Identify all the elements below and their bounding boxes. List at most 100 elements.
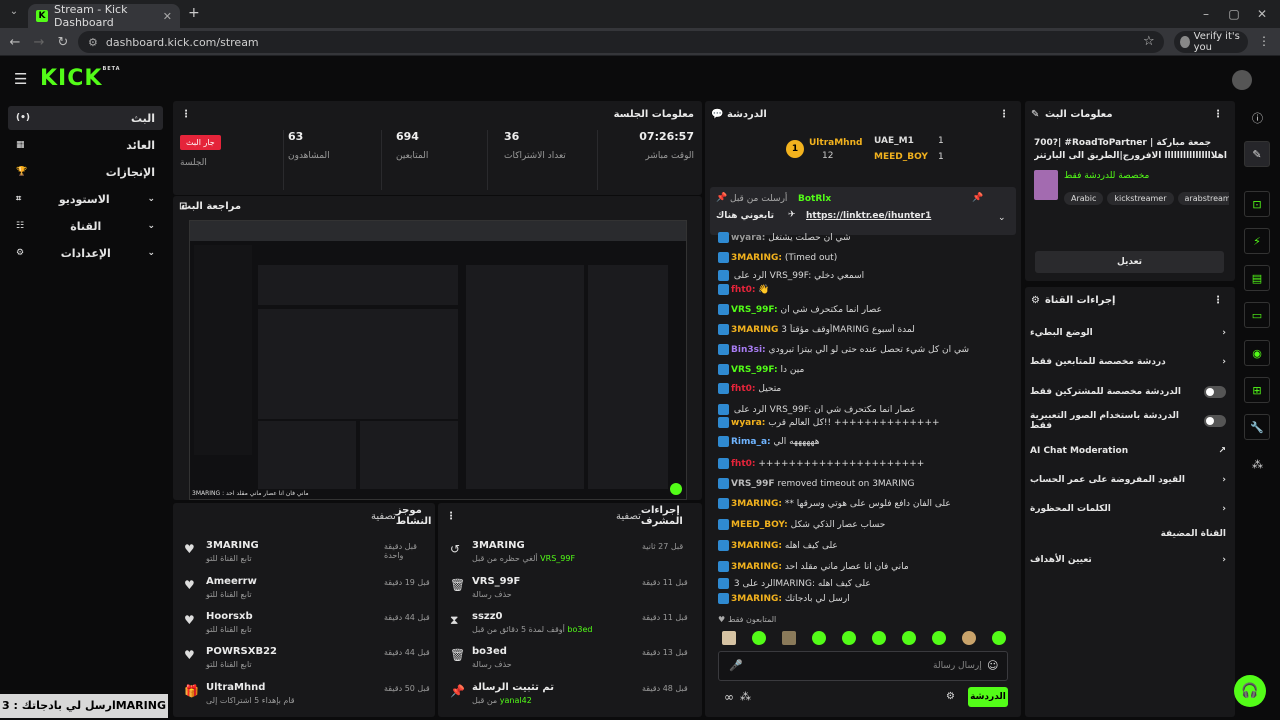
emote-icon[interactable] xyxy=(752,631,766,645)
stream-category[interactable]: مخصصة للدردشة فقط xyxy=(1064,171,1149,181)
panel-menu-icon[interactable]: ⋮ xyxy=(181,109,191,120)
emote-icon[interactable] xyxy=(782,631,796,645)
site-info-icon[interactable]: ⚙ xyxy=(88,36,98,49)
help-chat-button[interactable]: 🎧 xyxy=(1234,675,1266,707)
sidebar-item-stream[interactable]: (•) البث xyxy=(8,106,163,130)
chat-username[interactable]: fht0: xyxy=(731,285,756,295)
broadcast-icon[interactable]: ◉ xyxy=(1244,340,1270,366)
new-tab-icon[interactable]: + xyxy=(188,5,200,21)
emote-icon[interactable] xyxy=(722,631,736,645)
layout-icon[interactable]: ⊞ xyxy=(1244,377,1270,403)
sidebar-item-achievements[interactable]: 🏆 الإنجازات xyxy=(8,160,163,184)
back-icon[interactable]: ← xyxy=(6,33,24,51)
share-icon[interactable]: ⁂ xyxy=(740,690,751,703)
option-slow-mode[interactable]: الوضع البطيء › xyxy=(1030,322,1226,344)
hamburger-menu-icon[interactable]: ☰ xyxy=(14,70,27,88)
chat-username[interactable]: wyara: xyxy=(731,233,765,243)
emotes-only-toggle[interactable] xyxy=(1204,415,1226,427)
option-label: الكلمات المحظورة xyxy=(1030,504,1111,514)
emote-icon[interactable] xyxy=(842,631,856,645)
apps-icon[interactable]: ⁂ xyxy=(1252,458,1263,471)
chevron-down-icon[interactable]: ⌄ xyxy=(998,213,1006,223)
browser-menu-icon[interactable]: ⋮ xyxy=(1258,34,1270,48)
chat-username[interactable]: 3MARING: xyxy=(731,562,782,572)
option-followers-only[interactable]: دردشة مخصصة للمتابعين فقط › xyxy=(1030,351,1226,373)
option-banned-words[interactable]: الكلمات المحظورة › xyxy=(1030,498,1226,520)
chat-username[interactable]: 3MARING: xyxy=(731,253,782,263)
verify-button[interactable]: Verify it's you xyxy=(1174,31,1248,53)
edit-pencil-icon[interactable]: ✎ xyxy=(1244,141,1270,167)
chat-send-button[interactable]: الدردشة xyxy=(968,687,1008,707)
option-ai-moderation[interactable]: AI Chat Moderation ↗ xyxy=(1030,440,1226,462)
pinned-link[interactable]: https://linktr.ee/ihunter1 xyxy=(806,211,931,221)
chat-username[interactable]: Rima_a: xyxy=(731,437,771,447)
emote-icon[interactable] xyxy=(962,631,976,645)
chat-username[interactable]: fht0: xyxy=(731,459,756,469)
wrench-icon[interactable]: 🔧 xyxy=(1244,414,1270,440)
tag-pill[interactable]: Arabic xyxy=(1064,192,1104,205)
option-subscribers-only[interactable]: الدردشة مخصصة للمشتركين فقط xyxy=(1030,381,1226,403)
emote-icon[interactable] xyxy=(872,631,886,645)
user-avatar[interactable] xyxy=(1232,70,1252,90)
filter-button[interactable]: تصفية xyxy=(616,511,641,522)
chat-input[interactable]: ☺ إرسال رسالة 🎤 xyxy=(718,651,1008,681)
option-account-age[interactable]: القيود المفروضة على عمر الحساب › xyxy=(1030,469,1226,491)
chat-settings-icon[interactable]: ⚙ xyxy=(946,691,955,702)
preview-frame-icon[interactable]: ⊡ xyxy=(1244,191,1270,217)
chat-username[interactable]: VRS_99F: xyxy=(731,305,778,315)
bookmark-star-icon[interactable]: ☆ xyxy=(1143,34,1155,49)
subscribers-only-toggle[interactable] xyxy=(1204,386,1226,398)
heart-icon: ♥ xyxy=(184,578,195,592)
filter-button[interactable]: تصفية xyxy=(371,511,396,522)
edit-stream-button[interactable]: تعديل xyxy=(1035,251,1224,273)
forward-icon[interactable]: → xyxy=(30,33,48,51)
microphone-icon[interactable]: 🎤 xyxy=(729,659,743,672)
sidebar-item-channel[interactable]: ☷ القناة ⌄ xyxy=(8,214,163,238)
infinity-icon[interactable]: ∞ xyxy=(724,690,734,704)
sidebar-item-studio[interactable]: ⌗ الاستوديو ⌄ xyxy=(8,187,163,211)
tag-pill[interactable]: kickstreamer xyxy=(1107,192,1174,205)
kick-logo[interactable]: KICKBETA xyxy=(40,66,121,91)
logo-text: KICK xyxy=(40,66,103,91)
tag-pill[interactable]: arabstreame xyxy=(1177,192,1229,205)
panel-menu-icon[interactable]: ⋮ xyxy=(999,109,1009,120)
tab-list-icon[interactable]: ⌄ xyxy=(6,6,22,22)
chat-username[interactable]: VRS_99F xyxy=(731,479,775,489)
notes-icon[interactable]: ▤ xyxy=(1244,265,1270,291)
browser-tab[interactable]: K Stream - Kick Dashboard ✕ xyxy=(28,3,180,29)
chat-username[interactable]: wyara: xyxy=(731,418,765,428)
sidebar-item-settings[interactable]: ⚙ الإعدادات ⌄ xyxy=(8,241,163,265)
lightning-icon[interactable]: ⚡ xyxy=(1244,228,1270,254)
chat-username[interactable]: fht0: xyxy=(731,384,756,394)
chat-username[interactable]: MEED_BOY: xyxy=(731,520,788,530)
chat-username[interactable]: 3MARING: xyxy=(731,499,782,509)
panel-menu-icon[interactable]: ⋮ xyxy=(1213,109,1223,120)
close-tab-icon[interactable]: ✕ xyxy=(163,10,172,23)
chat-username[interactable]: Bin3si: xyxy=(731,345,766,355)
pinned-message[interactable]: 📌 أرسلت من قبل BotRlx تابعوني هناك ✈ htt… xyxy=(710,187,1016,235)
option-host-channel[interactable]: القناة المضيفة xyxy=(1030,523,1226,545)
chat-message: wyara: شي ان حصلت يشتغل xyxy=(718,232,1018,246)
panel-menu-icon[interactable]: ⋮ xyxy=(1213,295,1223,306)
panel-menu-icon[interactable]: ⋮ xyxy=(446,511,456,522)
unpin-icon[interactable]: 📌 xyxy=(972,193,983,203)
info-circle-icon[interactable]: ⓘ xyxy=(1252,110,1263,126)
url-input[interactable]: ⚙ dashboard.kick.com/stream xyxy=(78,31,1164,53)
sidebar-item-revenue[interactable]: ▦ العائد xyxy=(8,133,163,157)
chat-badge-icon xyxy=(718,252,729,263)
emote-icon[interactable] xyxy=(812,631,826,645)
chat-icon[interactable]: ▭ xyxy=(1244,302,1270,328)
option-emotes-only[interactable]: الدردشة باستخدام الصور التعبيرية فقط xyxy=(1030,410,1226,432)
close-window-icon[interactable]: ✕ xyxy=(1244,0,1280,28)
chat-username[interactable]: 3MARING: xyxy=(731,594,782,604)
option-set-goals[interactable]: تعيين الأهداف › xyxy=(1030,549,1226,571)
emote-icon[interactable] xyxy=(932,631,946,645)
emoji-icon[interactable]: ☺ xyxy=(987,659,998,672)
stream-preview-video[interactable]: 3MARING : ماني فان انا عصار ماني مقلد اح… xyxy=(189,220,687,500)
chat-username[interactable]: 3MARING: xyxy=(731,541,782,551)
chat-username[interactable]: VRS_99F: xyxy=(731,365,778,375)
emote-icon[interactable] xyxy=(992,631,1006,645)
reload-icon[interactable]: ↻ xyxy=(54,33,72,51)
chat-username[interactable]: 3MARING xyxy=(731,325,778,335)
emote-icon[interactable] xyxy=(902,631,916,645)
